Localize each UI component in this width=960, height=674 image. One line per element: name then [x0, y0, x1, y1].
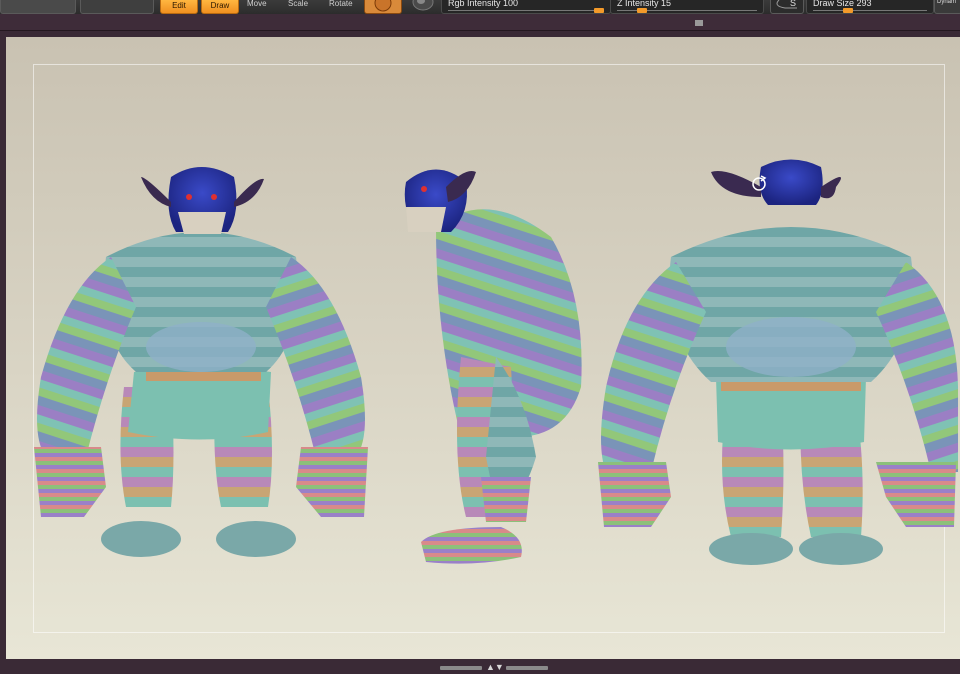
rgb-intensity-knob[interactable]	[594, 8, 604, 13]
front-jaw	[178, 212, 226, 234]
back-lower-back	[726, 317, 856, 377]
s-label: S	[790, 0, 797, 8]
s-button[interactable]: S	[770, 0, 804, 14]
monster-side-view[interactable]	[404, 169, 582, 564]
rgb-intensity-value: 100	[503, 0, 519, 8]
front-right-foot	[216, 521, 296, 557]
front-right-horn	[234, 178, 264, 207]
back-left-arm	[601, 262, 706, 472]
monster-back-view[interactable]	[598, 159, 958, 566]
back-right-arm	[876, 262, 958, 472]
side-jaw	[406, 207, 446, 232]
move-button[interactable]: Move	[247, 0, 267, 8]
brush-icon[interactable]	[412, 0, 434, 13]
material-sphere-icon	[374, 0, 392, 12]
side-foot	[421, 527, 522, 564]
back-right-hand	[876, 462, 956, 527]
dynamic-button[interactable]: Dynam	[934, 0, 960, 14]
projection-button[interactable]	[80, 0, 154, 14]
z-intensity-slider[interactable]: Z Intensity 15	[610, 0, 764, 14]
bottom-status-bar: ▲▼	[0, 659, 960, 674]
triangle-up-down-icon[interactable]: ▲▼	[486, 662, 504, 672]
material-button[interactable]	[364, 0, 402, 14]
dynamic-label: Dynam	[937, 0, 957, 5]
s-button-ring-icon	[776, 0, 797, 9]
document-canvas[interactable]	[6, 37, 960, 659]
back-left-foot	[709, 533, 793, 565]
draw-size-value: 293	[856, 0, 872, 8]
back-right-foot	[799, 533, 883, 565]
bottom-right-grip[interactable]	[506, 666, 548, 670]
z-intensity-value: 15	[661, 0, 672, 8]
rgb-intensity-label: Rgb Intensity 100	[448, 0, 519, 8]
side-eye	[421, 186, 427, 192]
front-right-eye	[211, 194, 217, 200]
rgb-intensity-slider[interactable]: Rgb Intensity 100	[441, 0, 611, 14]
toolbar-shelf	[0, 14, 960, 31]
front-left-horn	[141, 177, 171, 207]
front-right-hand	[296, 447, 368, 517]
viewport-svg	[34, 159, 958, 566]
draw-button[interactable]: Draw	[201, 0, 239, 14]
front-right-arm	[266, 257, 365, 457]
z-intensity-knob[interactable]	[636, 8, 647, 13]
menu-button[interactable]	[0, 0, 76, 14]
back-right-horn	[821, 177, 841, 199]
monster-front-view[interactable]	[34, 167, 368, 557]
top-toolbar: Edit Draw Move Scale Rotate Rgb Intensit…	[0, 0, 960, 14]
edit-button[interactable]: Edit	[160, 0, 198, 14]
front-left-foot	[101, 521, 181, 557]
side-hand	[481, 477, 531, 522]
draw-size-knob[interactable]	[843, 8, 854, 13]
back-left-hand	[598, 462, 671, 527]
front-left-hand	[34, 447, 106, 517]
front-belly	[146, 322, 256, 372]
rotate-button[interactable]: Rotate	[329, 0, 353, 8]
draw-size-track	[813, 10, 927, 11]
z-intensity-label: Z Intensity 15	[617, 0, 672, 8]
bottom-left-grip[interactable]	[440, 666, 482, 670]
draw-size-label: Draw Size 293	[813, 0, 872, 8]
back-head	[759, 159, 823, 205]
draw-size-slider[interactable]: Draw Size 293	[806, 0, 934, 14]
front-left-eye	[186, 194, 192, 200]
rgb-intensity-track	[448, 10, 604, 11]
shelf-grip-handle[interactable]	[695, 20, 703, 26]
scale-button[interactable]: Scale	[288, 0, 308, 8]
